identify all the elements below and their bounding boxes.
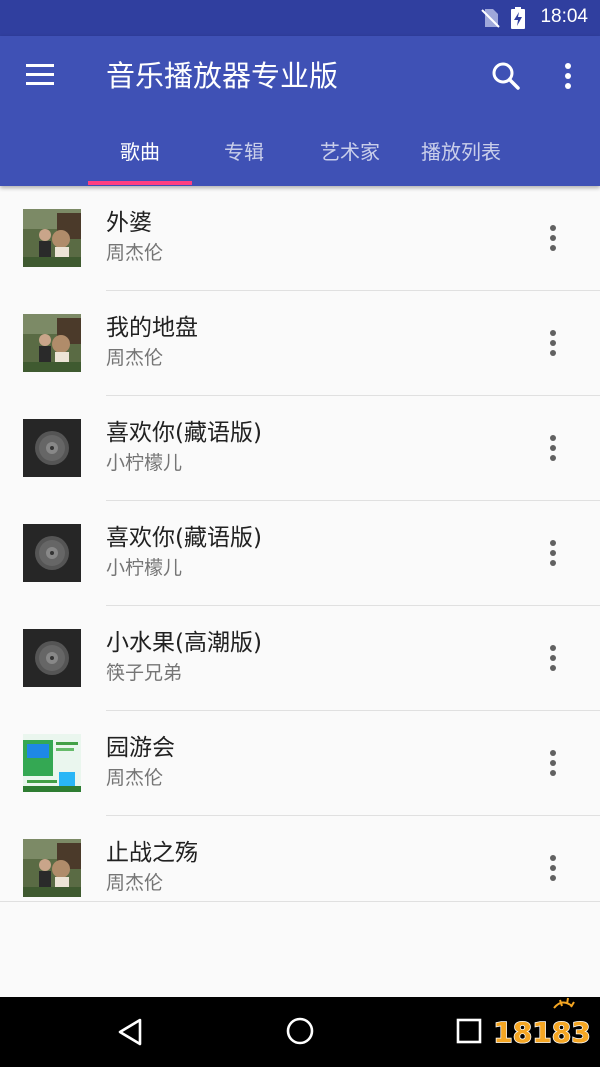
album-art-green <box>23 734 81 792</box>
list-end-divider <box>0 901 600 902</box>
song-title: 外婆 <box>106 210 152 236</box>
tab-playlists[interactable]: 播放列表 <box>404 132 518 186</box>
album-art-disc <box>23 524 81 582</box>
svg-text:18183: 18183 <box>493 1016 590 1049</box>
song-title: 喜欢你(藏语版) <box>106 525 262 551</box>
more-vert-icon[interactable] <box>540 537 566 569</box>
menu-icon[interactable] <box>26 64 56 86</box>
app-bar: 音乐播放器专业版 歌曲 专辑 艺术家 播放列表 <box>0 36 600 186</box>
search-icon[interactable] <box>490 60 522 92</box>
song-row[interactable]: 小水果(高潮版) 筷子兄弟 <box>0 606 600 711</box>
song-row[interactable]: 喜欢你(藏语版) 小柠檬儿 <box>0 501 600 606</box>
song-title: 我的地盘 <box>106 315 198 341</box>
song-title: 喜欢你(藏语版) <box>106 420 262 446</box>
song-artist: 周杰伦 <box>106 242 164 264</box>
more-vert-icon[interactable] <box>540 432 566 464</box>
more-vert-icon[interactable] <box>556 60 580 92</box>
album-art-disc <box>23 419 81 477</box>
song-artist: 周杰伦 <box>106 347 164 369</box>
album-art-photo <box>23 314 81 372</box>
no-sim-icon <box>481 9 500 28</box>
song-artist: 筷子兄弟 <box>106 662 183 684</box>
song-row[interactable]: 外婆 周杰伦 <box>0 186 600 291</box>
song-row[interactable]: 喜欢你(藏语版) 小柠檬儿 <box>0 396 600 501</box>
album-art-photo <box>23 839 81 897</box>
back-icon[interactable] <box>116 1017 146 1047</box>
song-title: 止战之殇 <box>106 840 198 866</box>
app-title: 音乐播放器专业版 <box>106 59 339 93</box>
home-icon[interactable] <box>284 1015 316 1047</box>
more-vert-icon[interactable] <box>540 222 566 254</box>
song-title: 园游会 <box>106 735 175 761</box>
battery-charging-icon <box>511 7 525 29</box>
tab-indicator <box>88 181 192 185</box>
song-artist: 周杰伦 <box>106 872 164 894</box>
more-vert-icon[interactable] <box>540 642 566 674</box>
song-artist: 小柠檬儿 <box>106 452 183 474</box>
more-vert-icon[interactable] <box>540 327 566 359</box>
tab-songs[interactable]: 歌曲 <box>88 132 192 186</box>
song-artist: 小柠檬儿 <box>106 557 183 579</box>
status-bar: 18:04 <box>0 0 600 36</box>
song-title: 小水果(高潮版) <box>106 630 262 656</box>
song-row[interactable]: 我的地盘 周杰伦 <box>0 291 600 396</box>
recent-apps-icon[interactable] <box>455 1017 483 1045</box>
song-list: 外婆 周杰伦 我的地盘 周杰伦 喜欢你(藏语版) 小柠檬儿 喜欢你(藏语版) 小… <box>0 186 600 921</box>
song-row[interactable]: 止战之殇 周杰伦 <box>0 816 600 921</box>
more-vert-icon[interactable] <box>540 747 566 779</box>
watermark-logo: 18183 <box>493 997 591 1050</box>
album-art-disc <box>23 629 81 687</box>
song-row[interactable]: 园游会 周杰伦 <box>0 711 600 816</box>
clock: 18:04 <box>540 6 588 27</box>
album-art-photo <box>23 209 81 267</box>
song-artist: 周杰伦 <box>106 767 164 789</box>
more-vert-icon[interactable] <box>540 852 566 884</box>
tab-bar: 歌曲 专辑 艺术家 播放列表 <box>0 132 600 186</box>
tab-artists[interactable]: 艺术家 <box>296 132 404 186</box>
tab-albums[interactable]: 专辑 <box>192 132 296 186</box>
